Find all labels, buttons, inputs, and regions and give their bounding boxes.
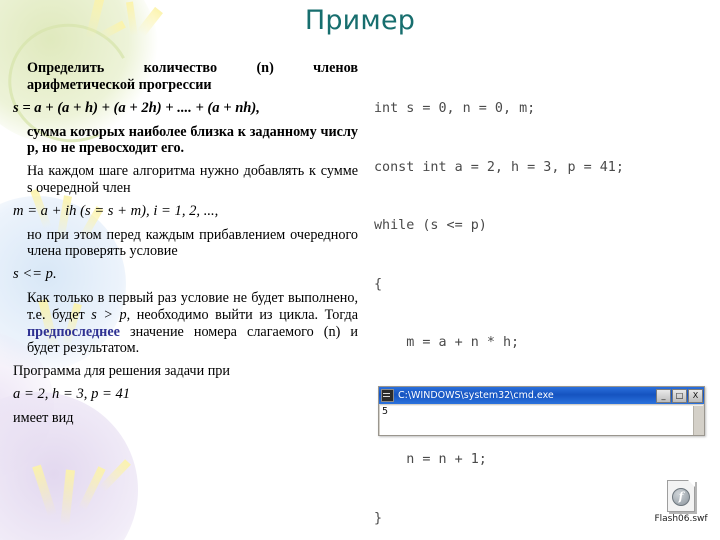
code-line: n = n + 1; <box>374 452 487 467</box>
sum-formula-text: s = a + (a + h) + (a + 2h) + .... + (a +… <box>13 99 260 116</box>
closeness-condition-text: сумма которых наиболее близка к заданном… <box>27 123 358 157</box>
member-formula-text: m = a + ih (s = s + m), i = 1, 2, ..., <box>13 202 219 219</box>
maximize-button[interactable]: □ <box>672 388 687 403</box>
flash-logo-icon: f <box>672 488 690 506</box>
step-description-paragraph: На каждом шаге алгоритма нужно добавлять… <box>9 163 358 197</box>
console-app-icon <box>381 389 394 402</box>
program-form-text: имеет вид <box>13 409 74 426</box>
program-form-paragraph: имеет вид <box>9 410 358 427</box>
decorative-ray <box>98 459 131 493</box>
program-params-text: a = 2, h = 3, p = 41 <box>13 385 131 402</box>
condition-formula: s <= p. <box>9 266 358 283</box>
program-params-formula: a = 2, h = 3, p = 41 <box>9 386 358 403</box>
console-title-text: C:\WINDOWS\system32\cmd.exe <box>398 390 554 401</box>
check-condition-text: но при этом перед каждым прибавлением оч… <box>27 226 358 260</box>
flash-file-label: Flash06.swf <box>654 514 708 524</box>
console-scrollbar[interactable] <box>693 406 703 435</box>
closeness-condition-paragraph: сумма которых наиболее близка к заданном… <box>9 124 358 158</box>
exit-rule-inline-formula: s > p <box>91 306 127 323</box>
condition-formula-text: s <= p. <box>13 266 57 282</box>
code-line: m = a + n * h; <box>374 335 520 350</box>
minimize-button[interactable]: _ <box>656 388 671 403</box>
decorative-ray <box>32 464 57 517</box>
console-title-bar: C:\WINDOWS\system32\cmd.exe _ □ X <box>379 387 704 404</box>
program-intro-paragraph: Программа для решения задачи при <box>9 363 358 380</box>
program-intro-text: Программа для решения задачи при <box>13 363 230 379</box>
explanation-column: Определить количество (n) членов арифмет… <box>9 60 358 433</box>
decorative-ray <box>78 466 106 512</box>
code-line: const int a = 2, h = 3, p = 41; <box>374 159 624 175</box>
exit-rule-highlight: предпоследнее <box>27 323 120 340</box>
flash-file-icon: f <box>667 480 695 512</box>
sum-formula: s = a + (a + h) + (a + 2h) + .... + (a +… <box>9 100 358 117</box>
task-statement-paragraph: Определить количество (n) членов арифмет… <box>9 60 358 94</box>
console-window: C:\WINDOWS\system32\cmd.exe _ □ X 5 <box>378 386 705 436</box>
exit-rule-text-part2: , необходимо выйти из цикла. Тогда <box>126 306 358 323</box>
code-line: while (s <= p) <box>374 218 487 233</box>
close-button[interactable]: X <box>688 388 703 403</box>
code-line: { <box>374 276 383 292</box>
check-condition-paragraph: но при этом перед каждым прибавлением оч… <box>9 227 358 261</box>
slide-title: Пример <box>304 5 416 36</box>
slide-canvas: Пример Определить количество (n) членов … <box>0 0 720 540</box>
console-output-area: 5 <box>380 405 703 435</box>
member-formula: m = a + ih (s = s + m), i = 1, 2, ..., <box>9 203 358 220</box>
console-output-text: 5 <box>382 406 389 417</box>
exit-rule-paragraph: Как только в первый раз условие не будет… <box>9 290 358 357</box>
decorative-ray <box>60 469 75 527</box>
flash-file-shortcut[interactable]: f Flash06.swf <box>651 480 711 524</box>
task-statement-text: Определить количество (n) членов арифмет… <box>27 60 358 93</box>
step-description-text: На каждом шаге алгоритма нужно добавлять… <box>27 163 358 196</box>
source-code-block: int s = 0, n = 0, m; const int a = 2, h … <box>374 60 718 540</box>
code-line: int s = 0, n = 0, m; <box>374 101 536 116</box>
